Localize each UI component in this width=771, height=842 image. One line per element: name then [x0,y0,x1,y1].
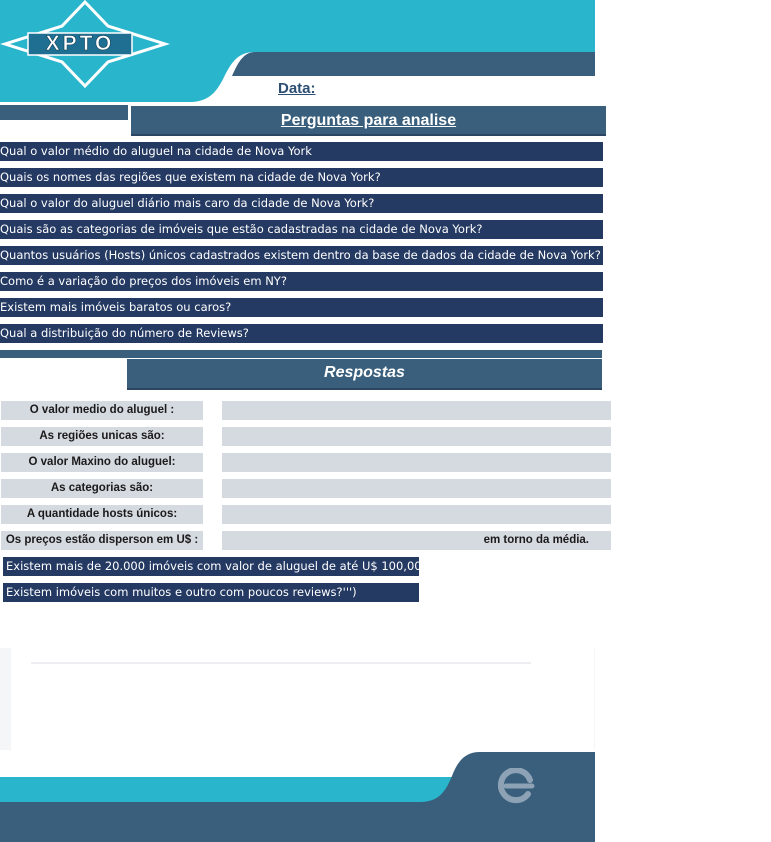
question-item: Qual o valor do aluguel diário mais caro… [0,194,603,213]
question-item: Qual o valor médio do aluguel na cidade … [0,142,603,161]
question-item: Quais os nomes das regiões que existem n… [0,168,603,187]
answer-value [222,427,611,446]
question-item: Existem mais imóveis baratos ou caros? [0,298,603,317]
answer-value [222,401,611,420]
answers-title: Respostas [127,359,602,390]
answer-label: A quantidade hosts únicos: [1,505,203,524]
answer-value [222,453,611,472]
answer-value [222,505,611,524]
questions-title: Perguntas para analise [131,106,606,136]
question-item: Qual a distribuição do número de Reviews… [0,324,603,343]
question-item: Como é a variação do preços dos imóveis … [0,272,603,291]
logo-text: XPTO [45,32,115,56]
question-item: Quais são as categorias de imóveis que e… [0,220,603,239]
answer-label: O valor Maxino do aluguel: [1,453,203,472]
date-label: Data: [278,80,316,97]
extra-question: Existem imóveis com muitos e outro com p… [3,583,419,602]
answer-value [222,479,611,498]
answer-label: O valor medio do aluguel : [1,401,203,420]
answer-label: As regiões unicas são: [1,427,203,446]
question-item: Quantos usuários (Hosts) únicos cadastra… [0,246,603,265]
blank-card [11,648,594,751]
e-logo-icon [498,768,535,804]
answer-label: Os preços estão disperson em U$ : [1,531,203,550]
answer-label: As categorias são: [1,479,203,498]
answer-suffix: em torno da média. [483,534,589,546]
extra-question: Existem mais de 20.000 imóveis com valor… [3,557,419,576]
blank-card-line [31,662,531,664]
logo: XPTO [0,0,170,90]
section-divider [0,105,128,120]
section-divider [0,350,602,358]
answer-value: em torno da média. [222,531,611,550]
